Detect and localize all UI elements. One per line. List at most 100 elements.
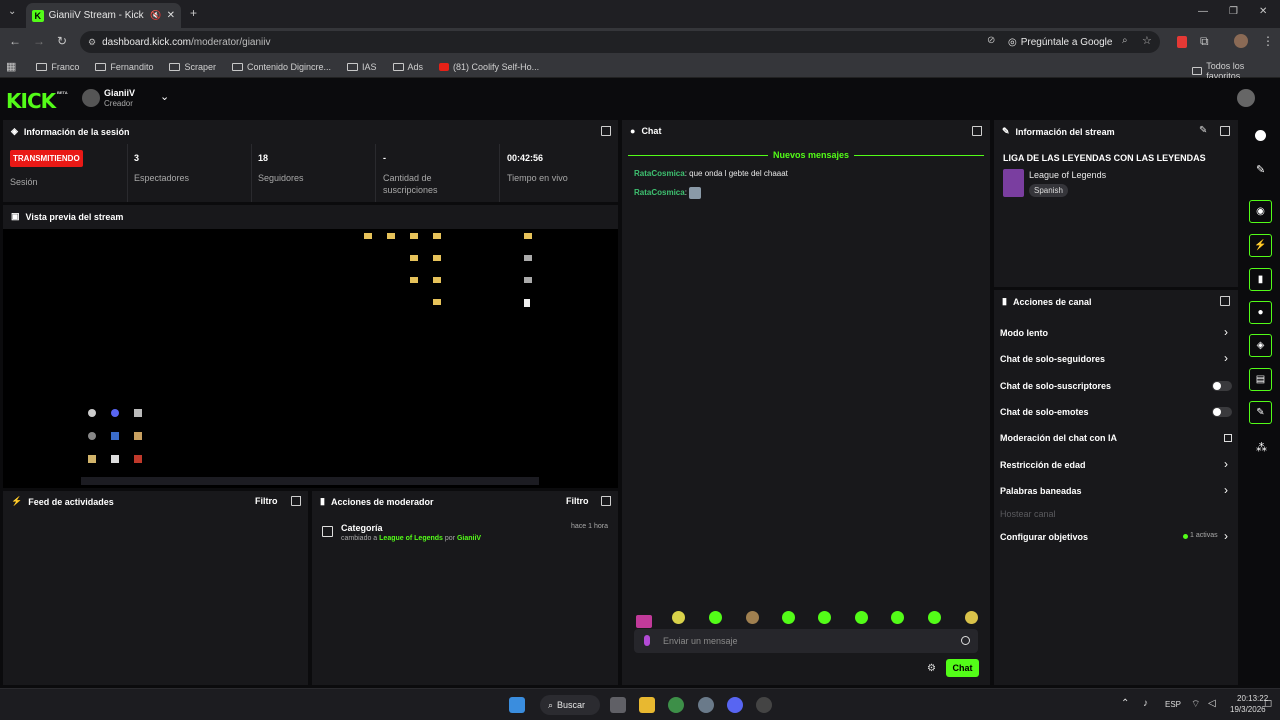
chat-settings-icon[interactable]: ⚙ — [927, 663, 936, 674]
close-tab-icon[interactable]: ✕ — [167, 10, 175, 21]
eye-off-icon[interactable]: ⊘ — [987, 35, 995, 46]
popout-icon[interactable] — [1220, 126, 1230, 136]
external-link-icon[interactable] — [1224, 434, 1232, 442]
profile-avatar[interactable] — [1234, 34, 1248, 48]
extensions-puzzle-icon[interactable]: ⧉ — [1200, 34, 1209, 49]
emoji-icon[interactable] — [961, 636, 970, 645]
popout-icon[interactable] — [1220, 296, 1230, 306]
zoom-icon[interactable]: ⌕ — [1122, 35, 1128, 46]
chevron-right-icon[interactable]: › — [1224, 325, 1228, 339]
emote-icon[interactable] — [672, 611, 685, 624]
chat-toggle-icon[interactable]: ● — [1249, 301, 1272, 324]
minimize-icon[interactable]: — — [1198, 6, 1208, 17]
chevron-right-icon[interactable]: › — [1224, 457, 1228, 471]
mute-tab-icon[interactable]: 🔇 — [150, 10, 161, 21]
edit-pencil-icon[interactable]: ✎ — [1256, 163, 1265, 176]
bookmark-contenido[interactable]: Contenido Digincre... — [226, 62, 337, 72]
slow-mode-row[interactable]: Modo lento — [1000, 328, 1048, 338]
chrome-icon[interactable] — [668, 697, 684, 713]
close-window-icon[interactable]: ✕ — [1259, 6, 1267, 17]
emote-icon[interactable] — [709, 611, 722, 624]
microphone-tray-icon[interactable]: ♪ — [1143, 698, 1148, 709]
wrench-toggle-icon[interactable]: ✎ — [1249, 401, 1272, 424]
volume-icon[interactable]: ◁ — [1208, 698, 1216, 709]
stream-info-toggle-icon[interactable]: ▤ — [1249, 368, 1272, 391]
chat-input[interactable]: Enviar un mensaje — [634, 629, 978, 653]
broadcast-toggle-icon[interactable]: ◈ — [1249, 334, 1272, 357]
obs-icon[interactable] — [756, 697, 772, 713]
popout-icon[interactable] — [972, 126, 982, 136]
reload-icon[interactable]: ↻ — [57, 34, 67, 48]
bookmark-coolify[interactable]: (81) Coolify Self-Ho... — [433, 62, 545, 72]
user-menu-avatar[interactable] — [1237, 89, 1255, 107]
preview-toggle-icon[interactable]: ◉ — [1249, 200, 1272, 223]
apps-grid-icon[interactable]: ▦ — [6, 60, 16, 73]
discord-icon[interactable] — [727, 697, 743, 713]
bookmark-franco[interactable]: Franco — [30, 62, 85, 72]
bookmark-fernandito[interactable]: Fernandito — [89, 62, 159, 72]
ai-moderation-row[interactable]: Moderación del chat con IA — [1000, 433, 1117, 443]
site-info-icon[interactable]: ⚙ — [88, 37, 96, 48]
chevron-right-icon[interactable]: › — [1224, 529, 1228, 543]
bookmark-ias[interactable]: IAS — [341, 62, 383, 72]
clock-date[interactable]: 19/3/2026 — [1230, 705, 1266, 714]
windows-start-icon[interactable] — [509, 697, 525, 713]
emote-icon[interactable] — [891, 611, 904, 624]
mod-actions-toggle-icon[interactable]: ▮ — [1249, 268, 1272, 291]
chat-username[interactable]: RataCosmica — [634, 169, 685, 178]
stream-category[interactable]: League of Legends — [1029, 170, 1106, 180]
subs-only-toggle[interactable] — [1212, 381, 1232, 391]
stream-video[interactable] — [3, 229, 618, 488]
new-tab-icon[interactable]: + — [190, 6, 197, 20]
chevron-right-icon[interactable]: › — [1224, 483, 1228, 497]
popout-icon[interactable] — [291, 496, 301, 506]
banned-words-row[interactable]: Palabras baneadas — [1000, 486, 1082, 496]
popout-icon[interactable] — [601, 496, 611, 506]
task-view-icon[interactable] — [610, 697, 626, 713]
edit-pencil-icon[interactable]: ✎ — [1199, 125, 1207, 136]
followers-only-row[interactable]: Chat de solo-seguidores — [1000, 354, 1105, 364]
emotes-only-toggle[interactable] — [1212, 407, 1232, 417]
url-field[interactable]: ⚙ dashboard.kick.com/moderator/gianiiv ⊘… — [80, 31, 1160, 53]
mod-filter-button[interactable]: Filtro — [566, 496, 589, 506]
bookmark-star-icon[interactable]: ☆ — [1142, 34, 1152, 47]
tray-chevron-icon[interactable]: ⌃ — [1121, 698, 1129, 709]
extension-icon[interactable] — [1177, 36, 1187, 48]
chevron-right-icon[interactable]: › — [1224, 351, 1228, 365]
send-chat-button[interactable]: Chat — [946, 659, 979, 677]
file-explorer-icon[interactable] — [639, 697, 655, 713]
taskbar-search[interactable]: ⌕ Buscar — [540, 695, 600, 715]
chrome-profile-icon[interactable] — [698, 697, 714, 713]
activity-filter-button[interactable]: Filtro — [255, 496, 278, 506]
new-messages-divider[interactable]: Nuevos mensajes — [768, 150, 855, 160]
menu-dots-icon[interactable]: ⋮ — [1262, 34, 1274, 48]
notifications-icon[interactable]: ◻ — [1264, 698, 1272, 709]
avatar[interactable] — [82, 89, 100, 107]
goals-row[interactable]: Configurar objetivos — [1000, 532, 1088, 542]
bookmark-scraper[interactable]: Scraper — [163, 62, 222, 72]
tab-search-icon[interactable]: ⌄ — [8, 6, 16, 17]
info-icon[interactable] — [1255, 130, 1266, 141]
emote-icon[interactable] — [928, 611, 941, 624]
wifi-icon[interactable]: ⌔ — [1191, 698, 1200, 711]
ask-google-button[interactable]: ◎ Pregúntale a Google — [1008, 31, 1112, 53]
popout-icon[interactable] — [601, 126, 611, 136]
apps-icon[interactable]: ⁂ — [1256, 441, 1267, 454]
kick-logo[interactable]: KICK — [6, 89, 56, 113]
chat-username[interactable]: RataCosmica — [634, 188, 685, 197]
browser-tab[interactable]: K GianiiV Stream - Kick Dashb 🔇 ✕ — [26, 3, 181, 28]
microphone-icon[interactable] — [644, 635, 650, 646]
emote-icon[interactable] — [818, 611, 831, 624]
bookmark-ads[interactable]: Ads — [387, 62, 430, 72]
age-restriction-row[interactable]: Restricción de edad — [1000, 460, 1086, 470]
chevron-down-icon[interactable]: ⌄ — [160, 90, 169, 103]
emote-icon[interactable] — [965, 611, 978, 624]
emote-icon[interactable] — [782, 611, 795, 624]
forward-icon[interactable]: → — [33, 34, 45, 48]
language-indicator[interactable]: ESP — [1165, 700, 1181, 709]
emote-icon[interactable] — [746, 611, 759, 624]
emote-icon[interactable] — [636, 615, 652, 628]
maximize-icon[interactable]: ❐ — [1229, 6, 1238, 17]
back-icon[interactable]: ← — [9, 34, 21, 48]
activity-toggle-icon[interactable]: ⚡ — [1249, 234, 1272, 257]
